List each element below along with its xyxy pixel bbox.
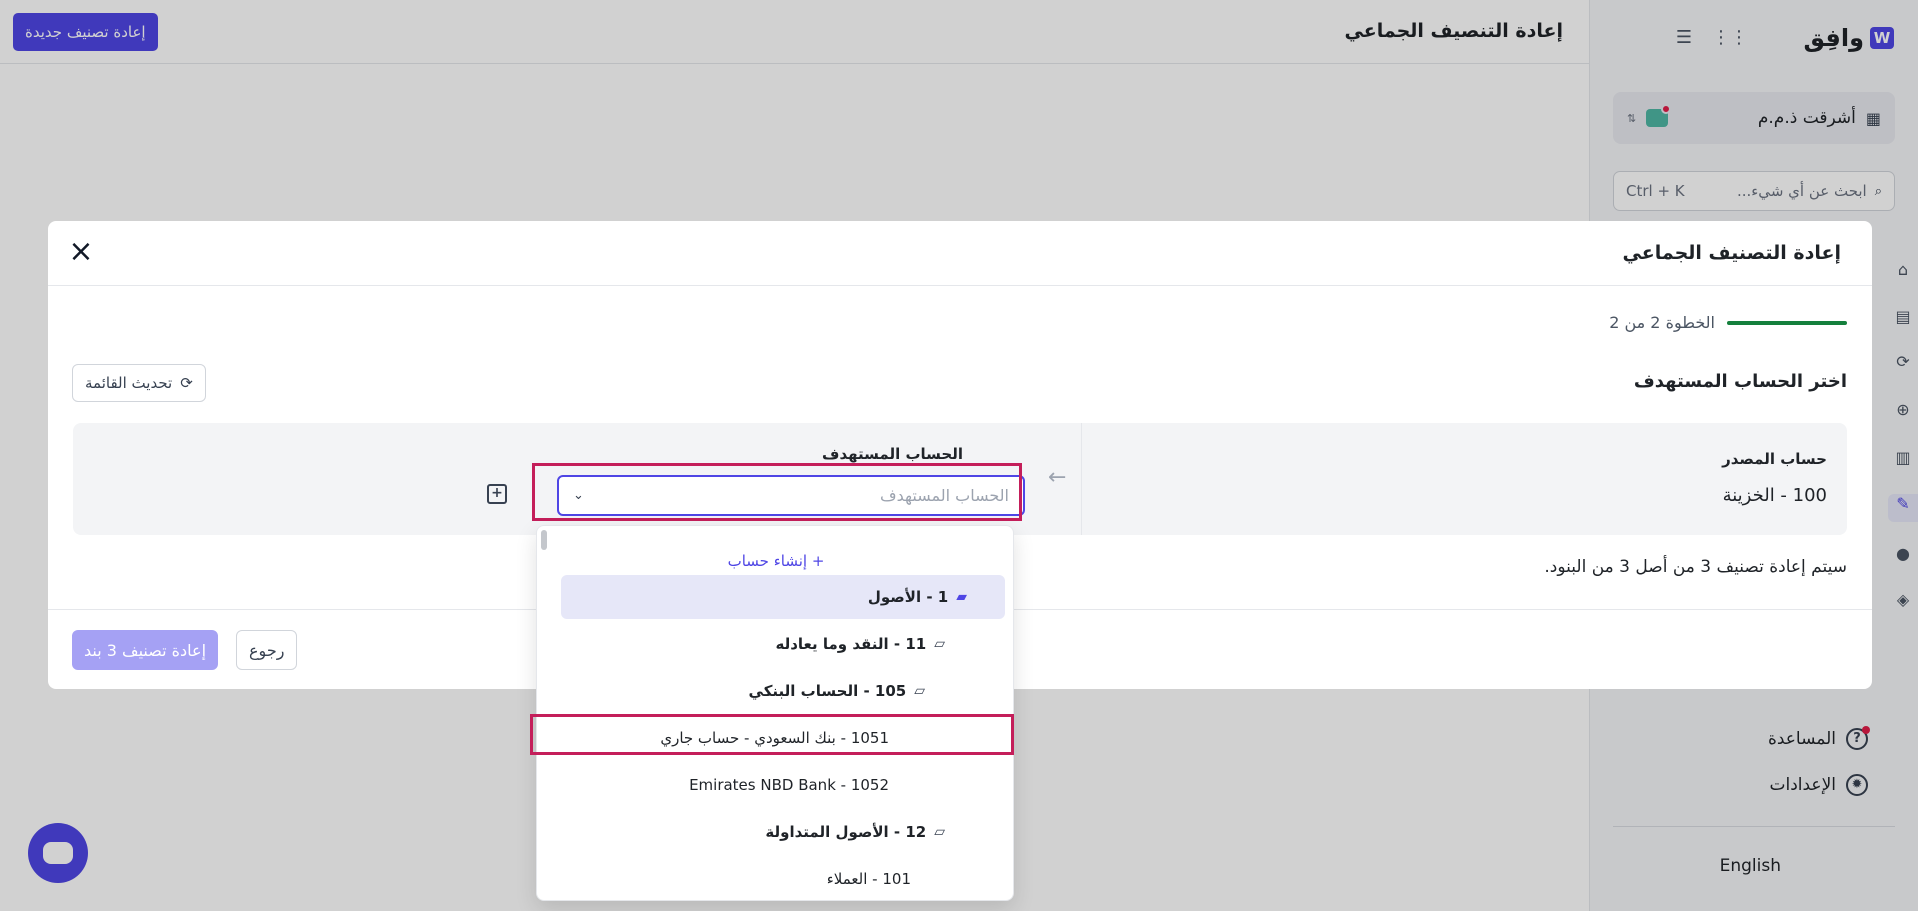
option-label: 12 - الأصول المتداولة <box>765 823 927 841</box>
section-title: اختر الحساب المستهدف <box>1633 371 1847 392</box>
back-button[interactable]: رجوع <box>236 630 298 670</box>
step-progress-bar <box>1727 320 1847 325</box>
folder-icon: ▱ <box>934 824 945 840</box>
refresh-label: تحديث القائمة <box>85 374 173 392</box>
folder-icon: ▱ <box>914 683 925 699</box>
create-account-option[interactable]: + إنشاء حساب <box>537 546 1013 576</box>
add-account-icon[interactable]: + <box>487 484 507 504</box>
chevron-down-icon: ⌄ <box>573 488 584 503</box>
option-label: 11 - النقد وما يعادله <box>775 635 927 653</box>
target-placeholder: الحساب المستهدف <box>880 486 1009 505</box>
close-icon[interactable]: × <box>66 237 96 268</box>
option-label: 101 - العملاء <box>826 870 911 888</box>
dropdown-option[interactable]: ▰ 1 - الأصول <box>561 575 1005 619</box>
target-label: الحساب المستهدف <box>822 445 963 463</box>
dropdown-option[interactable]: ▱ 105 - الحساب البنكي <box>561 669 1005 713</box>
option-label: 1051 - بنك السعودي - حساب جاري <box>660 729 889 747</box>
option-label: 105 - الحساب البنكي <box>748 682 907 700</box>
option-label: 1 - الأصول <box>867 588 949 606</box>
modal-title: إعادة التصنيف الجماعي <box>1622 242 1842 264</box>
source-label: حساب المصدر <box>1722 450 1827 468</box>
target-account-select[interactable]: الحساب المستهدف ⌄ <box>557 475 1025 516</box>
folder-open-icon: ▰ <box>956 589 967 605</box>
folder-icon: ▱ <box>934 636 945 652</box>
source-value: 100 - الخزينة <box>1722 485 1827 506</box>
account-dropdown: + إنشاء حساب ▰ 1 - الأصول ▱ 11 - النقد و… <box>536 525 1014 901</box>
refresh-list-button[interactable]: ⟳ تحديث القائمة <box>72 364 206 402</box>
dropdown-option[interactable]: ▱ 12 - الأصول المتداولة <box>561 810 1005 854</box>
modal-header: إعادة التصنيف الجماعي × <box>48 221 1872 286</box>
source-account-block: حساب المصدر 100 - الخزينة <box>1081 423 1847 535</box>
dropdown-option[interactable]: ▱ 11 - النقد وما يعادله <box>561 622 1005 666</box>
step-progress-fill <box>1727 320 1847 325</box>
dropdown-option[interactable]: Emirates NBD Bank - 1052 <box>561 763 1005 807</box>
dropdown-option[interactable]: 1051 - بنك السعودي - حساب جاري <box>561 716 1005 760</box>
arrow-left-icon: ← <box>1048 465 1067 490</box>
confirm-reclassify-button[interactable]: إعادة تصنيف 3 بند <box>72 630 219 670</box>
refresh-icon: ⟳ <box>180 374 193 392</box>
dropdown-option[interactable]: 101 - العملاء <box>561 857 1005 900</box>
info-text: سيتم إعادة تصنيف 3 من أصل 3 من البنود. <box>1544 557 1847 577</box>
account-mapping-panel: حساب المصدر 100 - الخزينة ← الحساب المست… <box>73 423 1847 535</box>
step-text: الخطوة 2 من 2 <box>1609 313 1715 332</box>
step-indicator: الخطوة 2 من 2 <box>1609 313 1847 332</box>
option-label: Emirates NBD Bank - 1052 <box>689 776 889 794</box>
